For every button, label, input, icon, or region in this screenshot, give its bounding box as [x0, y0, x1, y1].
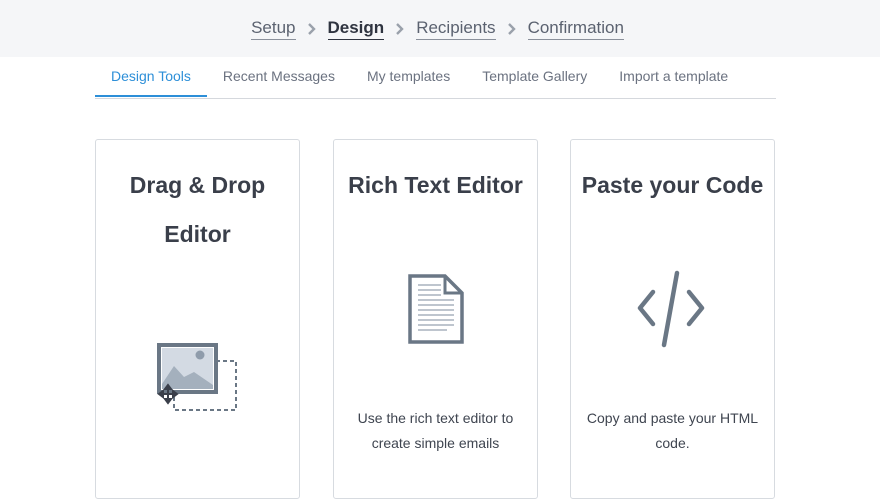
card-title: Paste your Code: [581, 172, 764, 198]
step-setup[interactable]: Setup: [251, 18, 296, 40]
tab-my-templates[interactable]: My templates: [351, 60, 466, 97]
card-title: Rich Text Editor: [348, 172, 523, 198]
rich-text-editor-card[interactable]: Rich Text Editor Use the rich text edito…: [333, 139, 538, 499]
chevron-right-icon: [296, 22, 328, 35]
chevron-right-icon: [384, 22, 416, 35]
paste-code-card[interactable]: Paste your Code Copy and paste your HTML…: [570, 139, 775, 499]
tab-template-gallery[interactable]: Template Gallery: [466, 60, 603, 97]
card-description: Copy and paste your HTML code.: [586, 410, 759, 451]
tab-recent-messages[interactable]: Recent Messages: [207, 60, 351, 97]
card-description: Use the rich text editor to create simpl…: [357, 410, 514, 451]
tab-design-tools[interactable]: Design Tools: [95, 60, 207, 97]
document-icon: [408, 274, 464, 344]
design-tabs: Design Tools Recent Messages My template…: [95, 60, 776, 99]
step-confirmation[interactable]: Confirmation: [527, 18, 624, 40]
chevron-right-icon: [496, 22, 528, 35]
steps-bar: Setup Design Recipients Confirmation: [0, 0, 880, 57]
tab-import-template[interactable]: Import a template: [603, 60, 744, 97]
code-icon: [637, 270, 705, 348]
step-design[interactable]: Design: [327, 18, 385, 40]
card-title-line2: Editor: [164, 221, 231, 247]
card-title: Drag & Drop: [129, 172, 266, 198]
drag-drop-image-icon: [157, 343, 237, 411]
step-recipients[interactable]: Recipients: [416, 18, 496, 40]
drag-drop-editor-card[interactable]: Drag & Drop Editor: [95, 139, 300, 499]
